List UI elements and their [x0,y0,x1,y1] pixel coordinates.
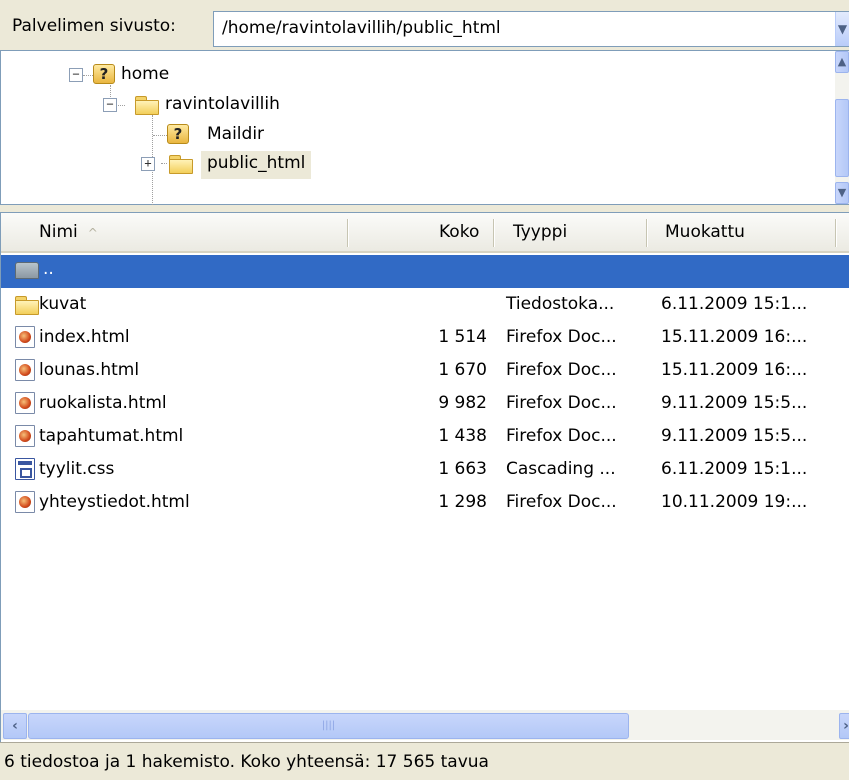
horizontal-scrollbar[interactable]: ‹ |||| › [1,710,849,740]
remote-site-bar: Palvelimen sivusto: /home/ravintolavilli… [0,0,849,50]
parent-folder-icon [15,262,39,279]
chevron-down-icon[interactable]: ▼ [835,12,849,46]
file-size: 1 298 [438,492,487,512]
column-header-size[interactable]: Koko [439,213,479,251]
file-modified: 15.11.2009 16:... [661,327,808,347]
column-header-label: Nimi [39,222,78,242]
file-row[interactable]: ruokalista.html 9 982 Firefox Doc... 9.1… [1,387,849,420]
pane-splitter[interactable] [0,205,849,212]
status-text: 6 tiedostoa ja 1 hakemisto. Koko yhteens… [4,752,489,772]
tree-connector [83,75,93,76]
file-size: 1 663 [438,459,487,479]
unknown-folder-icon: ? [93,64,115,84]
file-row[interactable]: tapahtumat.html 1 438 Firefox Doc... 9.1… [1,420,849,453]
html-file-icon [15,425,35,447]
html-file-icon [15,392,35,414]
file-name: tyylit.css [39,459,115,479]
remote-site-label: Palvelimen sivusto: [12,16,176,36]
file-modified: 15.11.2009 16:... [661,360,808,380]
file-modified: 9.11.2009 15:5... [661,393,808,413]
file-type: Firefox Doc... [506,360,617,380]
tree-connector [153,135,167,136]
folder-icon [169,155,193,174]
directory-tree: − ? home − ravintolavillih ? Maildir + p… [0,50,849,211]
column-separator[interactable] [347,219,348,247]
collapse-icon[interactable]: − [69,68,83,82]
file-type: Firefox Doc... [506,426,617,446]
expand-icon[interactable]: + [141,157,155,171]
file-size: 1 438 [438,426,487,446]
html-file-icon [15,359,35,381]
file-name: lounas.html [39,360,140,380]
file-name: yhteystiedot.html [39,492,190,512]
file-size: 9 982 [438,393,487,413]
file-row[interactable]: yhteystiedot.html 1 298 Firefox Doc... 1… [1,486,849,519]
file-size: 1 514 [438,327,487,347]
file-name: .. [43,259,54,279]
unknown-folder-icon: ? [167,124,189,144]
file-name: kuvat [39,294,87,314]
tree-node-label: ravintolavillih [165,94,280,114]
column-separator[interactable] [835,219,836,247]
file-modified: 9.11.2009 15:5... [661,426,808,446]
remote-path-combobox[interactable]: /home/ravintolavillih/public_html ▼ [213,11,849,47]
html-file-icon [15,326,35,348]
css-file-icon [15,458,35,480]
file-row[interactable]: lounas.html 1 670 Firefox Doc... 15.11.2… [1,354,849,387]
column-header-type[interactable]: Tyyppi [513,213,567,251]
sort-ascending-icon: ^ [87,226,98,240]
file-type: Firefox Doc... [506,492,617,512]
file-row[interactable]: tyylit.css 1 663 Cascading ... 6.11.2009… [1,453,849,486]
file-modified: 10.11.2009 19:... [661,492,808,512]
file-name: tapahtumat.html [39,426,184,446]
scroll-down-icon[interactable]: ▼ [835,182,849,204]
file-type: Firefox Doc... [506,393,617,413]
scroll-left-icon[interactable]: ‹ [3,713,27,739]
file-row-parent[interactable]: .. [1,255,849,288]
file-type: Firefox Doc... [506,327,617,347]
tree-node-label: home [121,64,170,84]
tree-node-label: Maildir [207,124,265,144]
folder-icon [135,96,159,115]
html-file-icon [15,491,35,513]
file-name: ruokalista.html [39,393,167,413]
file-type: Tiedostoka... [506,294,615,314]
collapse-icon[interactable]: − [103,98,117,112]
column-header-modified[interactable]: Muokattu [665,213,745,251]
file-size: 1 670 [438,360,487,380]
file-row[interactable]: index.html 1 514 Firefox Doc... 15.11.20… [1,321,849,354]
file-modified: 6.11.2009 15:1... [661,459,808,479]
remote-path-value[interactable]: /home/ravintolavillih/public_html [222,18,501,38]
folder-icon [15,296,39,315]
column-separator[interactable] [646,219,647,247]
scrollbar-thumb[interactable]: |||| [28,713,629,739]
status-bar: 6 tiedostoa ja 1 hakemisto. Koko yhteens… [0,742,849,780]
tree-connector [161,163,167,164]
scroll-up-icon[interactable]: ▲ [835,51,849,73]
file-type: Cascading ... [506,459,616,479]
column-separator[interactable] [493,219,494,247]
scrollbar-thumb[interactable] [835,99,849,177]
column-header-name[interactable]: Nimi ^ [39,213,98,251]
file-row[interactable]: kuvat Tiedostoka... 6.11.2009 15:1... [1,288,849,321]
file-list: Nimi ^ Koko Tyyppi Muokattu .. kuvat Tied… [0,212,849,742]
file-modified: 6.11.2009 15:1... [661,294,808,314]
tree-vertical-scrollbar[interactable]: ▲ ▼ [835,51,849,204]
file-name: index.html [39,327,130,347]
tree-node-label: public_html [201,151,312,179]
file-list-header: Nimi ^ Koko Tyyppi Muokattu [1,213,849,253]
scroll-right-icon[interactable]: › [839,713,849,739]
